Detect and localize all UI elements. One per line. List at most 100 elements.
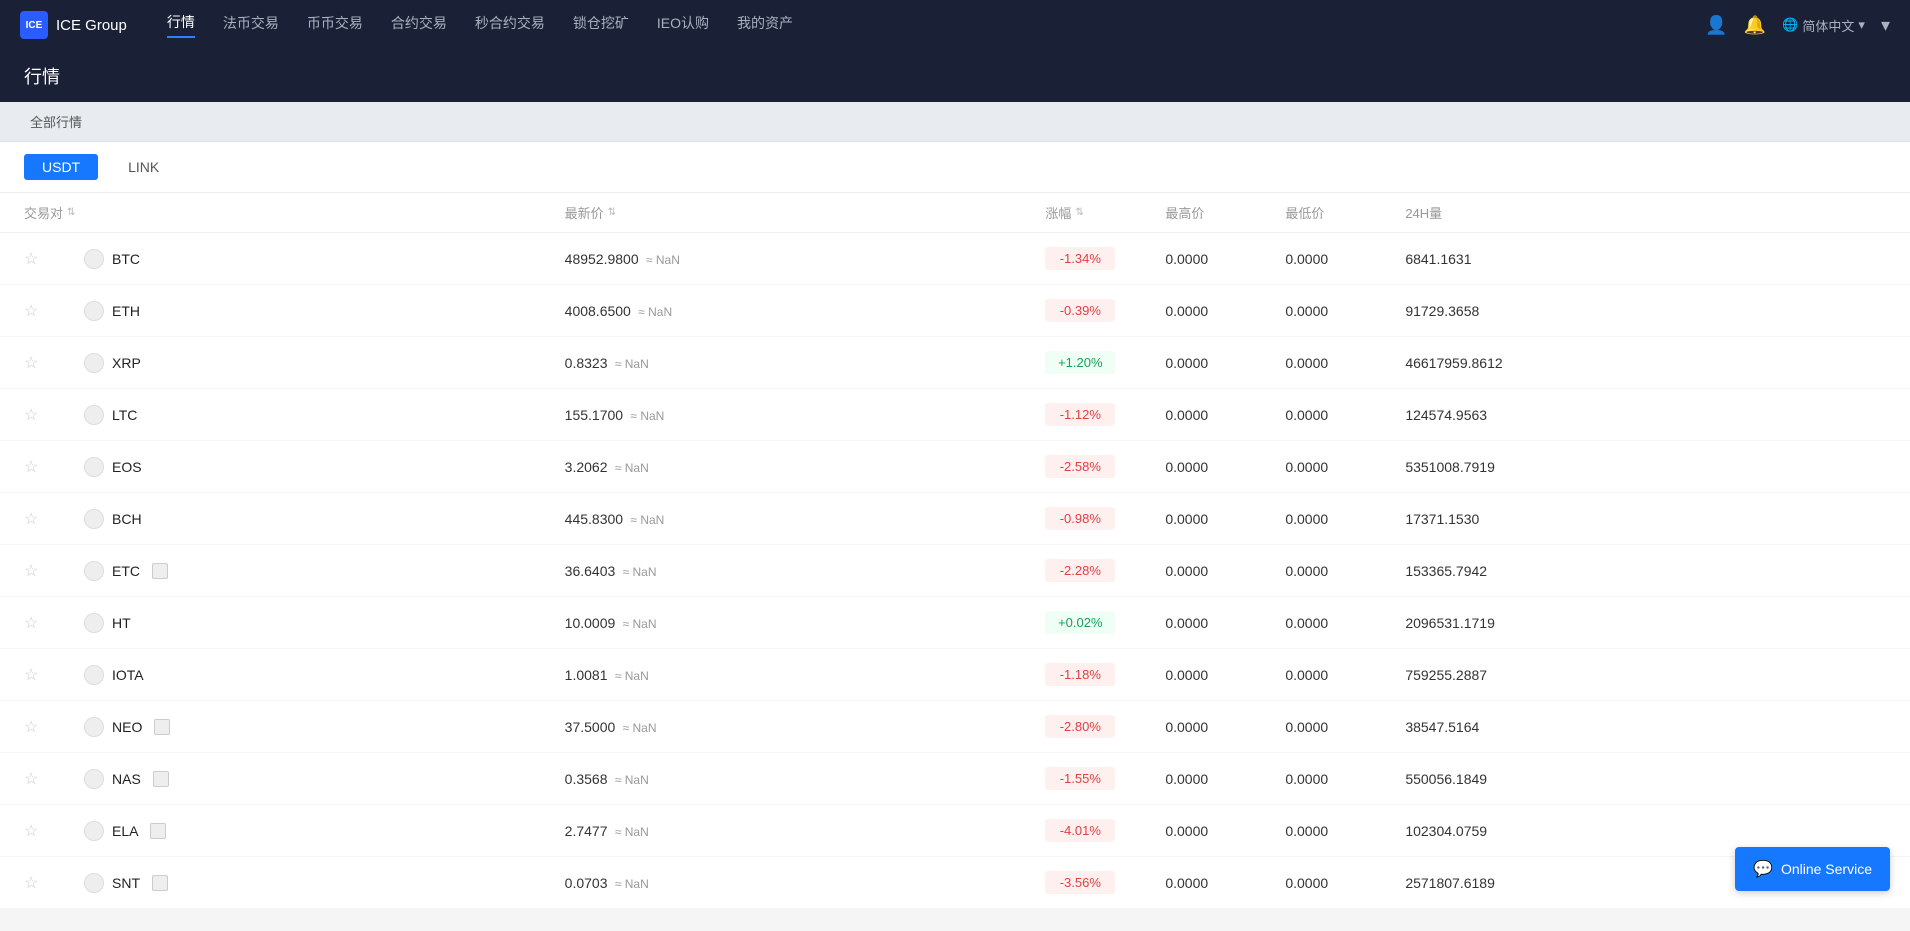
coin-icon xyxy=(84,405,104,425)
price-cell: 0.0703 ≈ NaN xyxy=(565,875,1046,891)
vol-cell: 550056.1849 xyxy=(1405,771,1886,787)
star-icon[interactable]: ☆ xyxy=(24,561,38,581)
star-icon[interactable]: ☆ xyxy=(24,717,38,737)
user-icon[interactable]: 👤 xyxy=(1705,15,1727,36)
price-cell: 1.0081 ≈ NaN xyxy=(565,667,1046,683)
star-icon[interactable]: ☆ xyxy=(24,301,38,321)
nav-item-assets[interactable]: 我的资产 xyxy=(737,13,793,37)
star-icon[interactable]: ☆ xyxy=(24,249,38,269)
table-row[interactable]: ☆ HT 10.0009 ≈ NaN +0.02% 0.0000 0.0000 … xyxy=(0,597,1910,649)
nav-item-contract[interactable]: 合约交易 xyxy=(391,13,447,37)
nav-item-coin[interactable]: 币币交易 xyxy=(307,13,363,37)
high-cell: 0.0000 xyxy=(1165,771,1285,787)
table-row[interactable]: ☆ BCH 445.8300 ≈ NaN -0.98% 0.0000 0.000… xyxy=(0,493,1910,545)
price-cell: 48952.9800 ≈ NaN xyxy=(565,251,1046,267)
high-cell: 0.0000 xyxy=(1165,355,1285,371)
star-icon[interactable]: ☆ xyxy=(24,769,38,789)
star-icon[interactable]: ☆ xyxy=(24,665,38,685)
star-cell: ☆ xyxy=(24,509,84,529)
table-row[interactable]: ☆ ETC 36.6403 ≈ NaN -2.28% 0.0000 0.0000… xyxy=(0,545,1910,597)
star-cell: ☆ xyxy=(24,821,84,841)
more-icon[interactable]: ▾ xyxy=(1881,15,1890,36)
vol-cell: 38547.5164 xyxy=(1405,719,1886,735)
table-row[interactable]: ☆ XRP 0.8323 ≈ NaN +1.20% 0.0000 0.0000 … xyxy=(0,337,1910,389)
main-header: ICE ICE Group 行情 法币交易 币币交易 合约交易 秒合约交易 锁仓… xyxy=(0,0,1910,50)
coin-icon xyxy=(84,353,104,373)
th-low: 最低价 xyxy=(1285,203,1405,222)
high-cell: 0.0000 xyxy=(1165,823,1285,839)
coin-name-cell: ETC xyxy=(84,561,565,581)
coin-name: BTC xyxy=(112,251,140,267)
bell-icon[interactable]: 🔔 xyxy=(1744,15,1766,36)
table-row[interactable]: ☆ NEO 37.5000 ≈ NaN -2.80% 0.0000 0.0000… xyxy=(0,701,1910,753)
logo-icon: ICE xyxy=(20,11,48,39)
table-row[interactable]: ☆ ELA 2.7477 ≈ NaN -4.01% 0.0000 0.0000 … xyxy=(0,805,1910,857)
vol-cell: 17371.1530 xyxy=(1405,511,1886,527)
filter-tab-usdt[interactable]: USDT xyxy=(24,154,98,180)
vol-cell: 46617959.8612 xyxy=(1405,355,1886,371)
change-badge: -3.56% xyxy=(1045,871,1115,894)
th-pair[interactable]: 交易对 ⇅ xyxy=(24,203,565,222)
tab-all-market[interactable]: 全部行情 xyxy=(20,108,92,135)
doc-icon xyxy=(154,719,170,735)
star-icon[interactable]: ☆ xyxy=(24,821,38,841)
coin-name: IOTA xyxy=(112,667,144,683)
doc-icon xyxy=(152,875,168,891)
star-icon[interactable]: ☆ xyxy=(24,405,38,425)
coin-name: ETC xyxy=(112,563,140,579)
star-icon[interactable]: ☆ xyxy=(24,353,38,373)
doc-icon xyxy=(150,823,166,839)
coin-name-cell: IOTA xyxy=(84,665,565,685)
price-cell: 3.2062 ≈ NaN xyxy=(565,459,1046,475)
nav-item-mining[interactable]: 锁仓挖矿 xyxy=(573,13,629,37)
change-badge: -1.34% xyxy=(1045,247,1115,270)
vol-cell: 153365.7942 xyxy=(1405,563,1886,579)
nav-item-fiat[interactable]: 法币交易 xyxy=(223,13,279,37)
star-icon[interactable]: ☆ xyxy=(24,457,38,477)
nav-item-flash-contract[interactable]: 秒合约交易 xyxy=(475,13,545,37)
price-cell: 37.5000 ≈ NaN xyxy=(565,719,1046,735)
online-service-button[interactable]: 💬 Online Service xyxy=(1735,847,1890,891)
vol-cell: 759255.2887 xyxy=(1405,667,1886,683)
logo-area[interactable]: ICE ICE Group xyxy=(20,11,127,39)
price-cell: 0.3568 ≈ NaN xyxy=(565,771,1046,787)
table-row[interactable]: ☆ ETH 4008.6500 ≈ NaN -0.39% 0.0000 0.00… xyxy=(0,285,1910,337)
star-icon[interactable]: ☆ xyxy=(24,873,38,893)
low-cell: 0.0000 xyxy=(1285,667,1405,683)
change-badge: +1.20% xyxy=(1045,351,1115,374)
high-cell: 0.0000 xyxy=(1165,459,1285,475)
star-cell: ☆ xyxy=(24,457,84,477)
price-cell: 36.6403 ≈ NaN xyxy=(565,563,1046,579)
change-cell: -0.39% xyxy=(1045,299,1165,322)
low-cell: 0.0000 xyxy=(1285,875,1405,891)
sort-icon-price: ⇅ xyxy=(608,207,616,218)
nav-item-ieo[interactable]: IEO认购 xyxy=(657,13,709,37)
lang-selector[interactable]: 🌐 简体中文 ▾ xyxy=(1782,16,1865,35)
vol-cell: 91729.3658 xyxy=(1405,303,1886,319)
table-row[interactable]: ☆ EOS 3.2062 ≈ NaN -2.58% 0.0000 0.0000 … xyxy=(0,441,1910,493)
table-row[interactable]: ☆ BTC 48952.9800 ≈ NaN -1.34% 0.0000 0.0… xyxy=(0,233,1910,285)
tabs-bar: 全部行情 xyxy=(0,102,1910,142)
filter-tab-link[interactable]: LINK xyxy=(110,154,177,180)
coin-name: XRP xyxy=(112,355,141,371)
sort-icon-pair: ⇅ xyxy=(67,207,75,218)
doc-icon xyxy=(152,563,168,579)
table-row[interactable]: ☆ NAS 0.3568 ≈ NaN -1.55% 0.0000 0.0000 … xyxy=(0,753,1910,805)
table-row[interactable]: ☆ SNT 0.0703 ≈ NaN -3.56% 0.0000 0.0000 … xyxy=(0,857,1910,909)
nav-item-market[interactable]: 行情 xyxy=(167,12,195,38)
price-approx: ≈ NaN xyxy=(627,513,664,527)
th-price[interactable]: 最新价 ⇅ xyxy=(565,203,1046,222)
change-cell: -2.28% xyxy=(1045,559,1165,582)
price-approx: ≈ NaN xyxy=(643,253,680,267)
change-cell: +1.20% xyxy=(1045,351,1165,374)
table-row[interactable]: ☆ IOTA 1.0081 ≈ NaN -1.18% 0.0000 0.0000… xyxy=(0,649,1910,701)
star-icon[interactable]: ☆ xyxy=(24,613,38,633)
vol-cell: 124574.9563 xyxy=(1405,407,1886,423)
star-cell: ☆ xyxy=(24,249,84,269)
table-row[interactable]: ☆ LTC 155.1700 ≈ NaN -1.12% 0.0000 0.000… xyxy=(0,389,1910,441)
th-change[interactable]: 涨幅 ⇅ xyxy=(1045,203,1165,222)
page-body: 行情 全部行情 USDT LINK 交易对 ⇅ 最新价 ⇅ 涨幅 ⇅ 最高价 xyxy=(0,50,1910,909)
chat-icon: 💬 xyxy=(1753,859,1773,879)
price-cell: 10.0009 ≈ NaN xyxy=(565,615,1046,631)
star-icon[interactable]: ☆ xyxy=(24,509,38,529)
